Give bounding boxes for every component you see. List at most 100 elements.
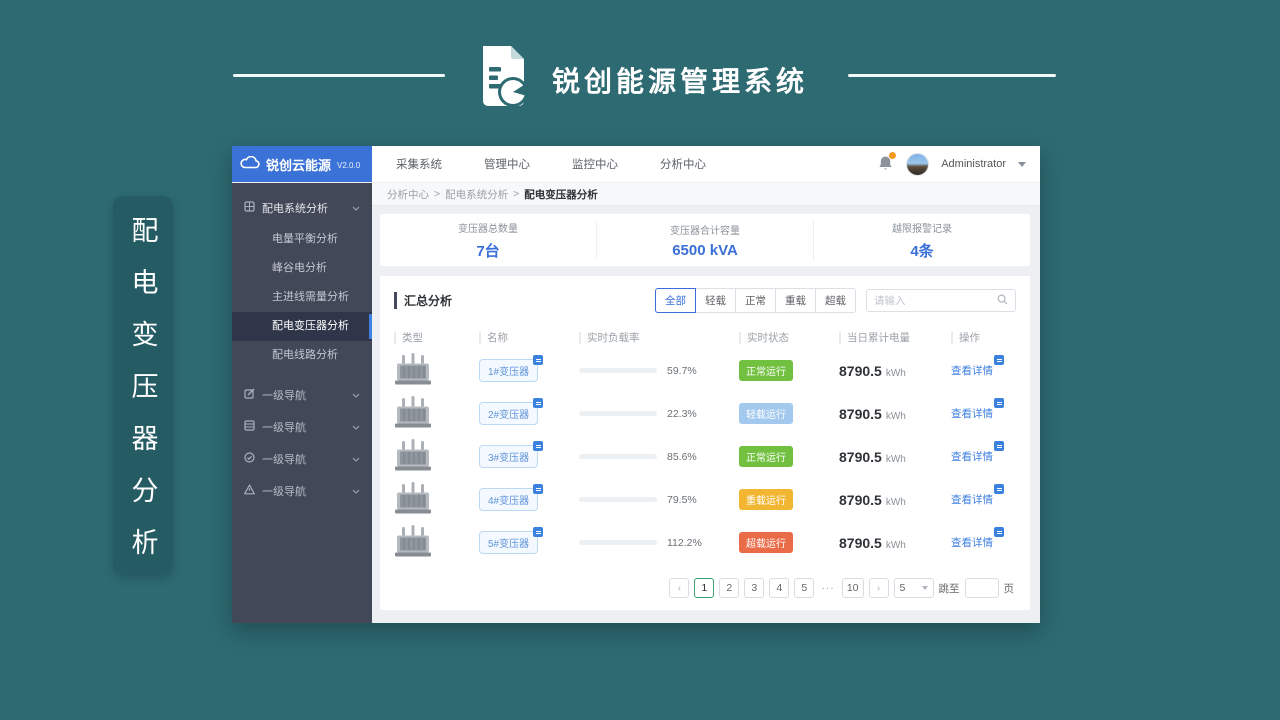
load-progress-bar (579, 497, 657, 502)
sidebar-item-nav-1[interactable]: 一级导航 (232, 380, 372, 410)
nav-item-collection[interactable]: 采集系统 (396, 156, 442, 172)
transformer-icon (394, 439, 432, 475)
sidebar-item-peak-valley[interactable]: 峰谷电分析 (232, 254, 372, 283)
filter-heavy-load-button[interactable]: 重载 (775, 288, 816, 313)
view-details-link[interactable]: 查看详情 (951, 527, 1004, 550)
view-details-link[interactable]: 查看详情 (951, 484, 1004, 507)
page-button-5[interactable]: 5 (794, 578, 815, 598)
breadcrumb-item[interactable]: 分析中心 (387, 187, 429, 202)
view-details-link[interactable]: 查看详情 (951, 441, 1004, 464)
stat-label: 变压器总数量 (458, 223, 518, 235)
energy-value: 8790.5 (839, 534, 882, 551)
col-header-action: 操作 (951, 331, 980, 344)
detail-badge-icon (533, 441, 544, 451)
transformer-name-button[interactable]: 3#变压器 (479, 441, 544, 468)
page-size-value: 5 (899, 582, 906, 594)
sidebar-item-transformer-analysis[interactable]: 配电变压器分析 (232, 312, 372, 341)
breadcrumb-separator: > (513, 188, 520, 200)
transformer-icon (394, 525, 432, 561)
status-badge: 超载运行 (739, 532, 793, 553)
check-circle-icon (244, 452, 255, 466)
table-row: 5#变压器 112.2% 超载运行 8790.5 kWh 查看详情 (380, 521, 1030, 564)
load-progress-bar (579, 411, 657, 416)
page-button-3[interactable]: 3 (744, 578, 765, 598)
sidebar-extra-label: 一级导航 (262, 486, 306, 498)
table-row: 2#变压器 22.3% 轻载运行 8790.5 kWh 查看详情 (380, 392, 1030, 435)
nav-item-management[interactable]: 管理中心 (484, 156, 530, 172)
filter-light-load-button[interactable]: 轻载 (695, 288, 736, 313)
transformer-name-button[interactable]: 1#变压器 (479, 355, 544, 382)
jump-page-input[interactable] (964, 578, 999, 598)
page-button-2[interactable]: 2 (719, 578, 740, 598)
pagination: ‹ 1 2 3 4 5 ··· 10 › 5 跳至 页 (669, 578, 1014, 598)
user-menu-chevron-down-icon[interactable] (1018, 161, 1026, 167)
page: { "banner": { "title": "锐创能源管理系统" }, "si… (0, 0, 1280, 720)
transformer-name-button[interactable]: 2#变压器 (479, 398, 544, 425)
filter-normal-button[interactable]: 正常 (735, 288, 776, 313)
view-details-link[interactable]: 查看详情 (951, 398, 1004, 421)
breadcrumb: 分析中心 > 配电系统分析 > 配电变压器分析 (372, 183, 1040, 206)
user-name[interactable]: Administrator (941, 158, 1006, 170)
prev-page-button[interactable]: ‹ (669, 578, 690, 598)
page-button-4[interactable]: 4 (769, 578, 790, 598)
table-header: 类型 名称 实时负载率 实时状态 当日累计电量 操作 (380, 325, 1030, 349)
warning-triangle-icon (244, 484, 255, 498)
table-row: 3#变压器 85.6% 正常运行 8790.5 kWh 查看详情 (380, 435, 1030, 478)
stat-label: 变压器合计容量 (670, 225, 740, 237)
col-header-status: 实时状态 (739, 331, 789, 344)
page-button-10[interactable]: 10 (841, 578, 864, 598)
nav-item-analysis[interactable]: 分析中心 (660, 156, 706, 172)
pagination-ellipsis: ··· (821, 582, 835, 594)
chevron-down-icon (352, 421, 360, 433)
stat-transformer-count: 变压器总数量 7台 (380, 220, 596, 261)
filter-all-button[interactable]: 全部 (655, 288, 696, 313)
stats-card: 变压器总数量 7台 变压器合计容量 6500 kVA 越限报警记录 4条 (380, 214, 1030, 266)
sidebar-item-energy-balance[interactable]: 电量平衡分析 (232, 225, 372, 254)
page-button-1[interactable]: 1 (694, 578, 715, 598)
app-logo[interactable]: 锐创云能源 V2.0.0 (232, 146, 372, 182)
load-percentage: 85.6% (667, 450, 697, 463)
transformer-name-button[interactable]: 5#变压器 (479, 527, 544, 554)
energy-unit: kWh (885, 496, 906, 508)
table-row: 4#变压器 79.5% 重载运行 8790.5 kWh 查看详情 (380, 478, 1030, 521)
detail-badge-icon (533, 484, 544, 494)
breadcrumb-item[interactable]: 配电系统分析 (445, 187, 508, 202)
load-progress-bar (579, 454, 657, 459)
load-percentage: 22.3% (667, 407, 697, 420)
sidebar-item-main-line-demand[interactable]: 主进线需量分析 (232, 283, 372, 312)
energy-value: 8790.5 (839, 448, 882, 465)
transformer-name-button[interactable]: 4#变压器 (479, 484, 544, 511)
next-page-button[interactable]: › (868, 578, 889, 598)
status-badge: 重载运行 (739, 489, 793, 510)
chevron-down-icon (352, 453, 360, 465)
breadcrumb-current: 配电变压器分析 (524, 188, 598, 201)
sidebar-item-nav-4[interactable]: 一级导航 (232, 476, 372, 506)
load-progress-bar (579, 368, 657, 373)
filter-overload-button[interactable]: 超载 (815, 288, 856, 313)
notification-bell-icon[interactable] (878, 151, 898, 173)
load-percentage: 79.5% (667, 493, 697, 506)
load-percentage: 112.2% (667, 536, 702, 549)
search-icon[interactable] (997, 294, 1008, 308)
transformer-name: 5#变压器 (488, 539, 530, 550)
nav-item-monitoring[interactable]: 监控中心 (572, 156, 618, 172)
sidebar-item-nav-3[interactable]: 一级导航 (232, 444, 372, 474)
stat-total-capacity: 变压器合计容量 6500 kVA (596, 221, 813, 259)
dashboard-window: 锐创云能源 V2.0.0 采集系统 管理中心 监控中心 分析中心 Adminis… (232, 146, 1040, 623)
sidebar-item-distribution-line[interactable]: 配电线路分析 (232, 341, 372, 370)
sidebar: 配电系统分析 电量平衡分析 峰谷电分析 主进线需量分析 配电变压器分析 配电线路… (232, 183, 372, 623)
page-size-select[interactable]: 5 (893, 578, 934, 598)
user-avatar[interactable] (906, 152, 930, 176)
notification-badge (888, 151, 898, 160)
search-input[interactable] (874, 294, 997, 307)
chevron-down-icon (352, 389, 360, 401)
table-row: 1#变压器 59.7% 正常运行 8790.5 kWh 查看详情 (380, 349, 1030, 392)
detail-badge-icon (533, 398, 544, 408)
sidebar-item-nav-2[interactable]: 一级导航 (232, 412, 372, 442)
document-report-icon (474, 44, 532, 115)
load-filter-group: 全部 轻载 正常 重载 超载 (655, 288, 856, 313)
view-details-link[interactable]: 查看详情 (951, 355, 1004, 378)
edit-icon (244, 388, 255, 402)
detail-badge-icon (994, 355, 1004, 365)
sidebar-group-power-distribution[interactable]: 配电系统分析 (232, 191, 372, 225)
